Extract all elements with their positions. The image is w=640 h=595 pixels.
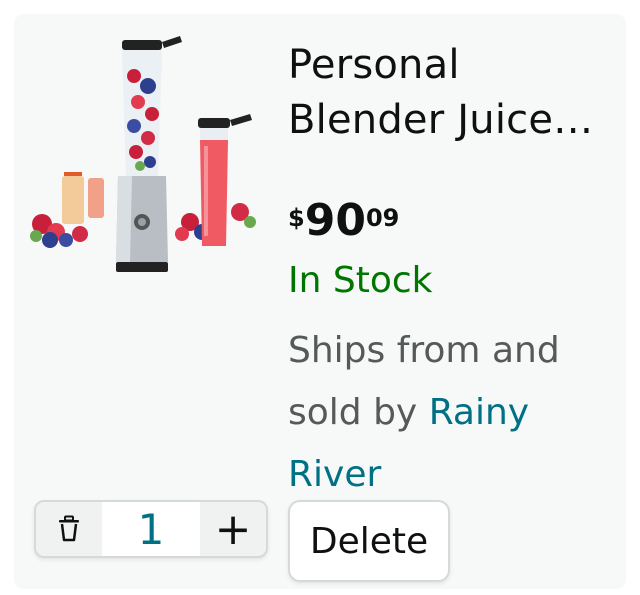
shipping-info: Ships from and sold by Rainy River (288, 320, 598, 506)
decrement-button[interactable] (36, 502, 102, 556)
increment-button[interactable]: + (200, 502, 266, 556)
blender-base (116, 176, 168, 272)
price-fraction: 09 (365, 204, 400, 232)
delete-button[interactable]: Delete (288, 500, 450, 582)
product-title[interactable]: Personal Blender Juice… (288, 38, 618, 148)
blender-jar (122, 36, 182, 176)
price-whole: 90 (304, 195, 366, 246)
travel-bottle (198, 114, 252, 246)
quantity-stepper: 1 + (34, 500, 268, 558)
product-price: $ 90 09 (288, 196, 399, 246)
product-info: Personal Blender Juice… $ 90 09 In Stock… (288, 38, 618, 495)
product-image[interactable] (22, 26, 272, 286)
trash-icon (59, 515, 79, 542)
price-symbol: $ (288, 204, 305, 232)
quantity-value[interactable]: 1 (102, 502, 200, 556)
stock-status: In Stock (288, 260, 433, 301)
